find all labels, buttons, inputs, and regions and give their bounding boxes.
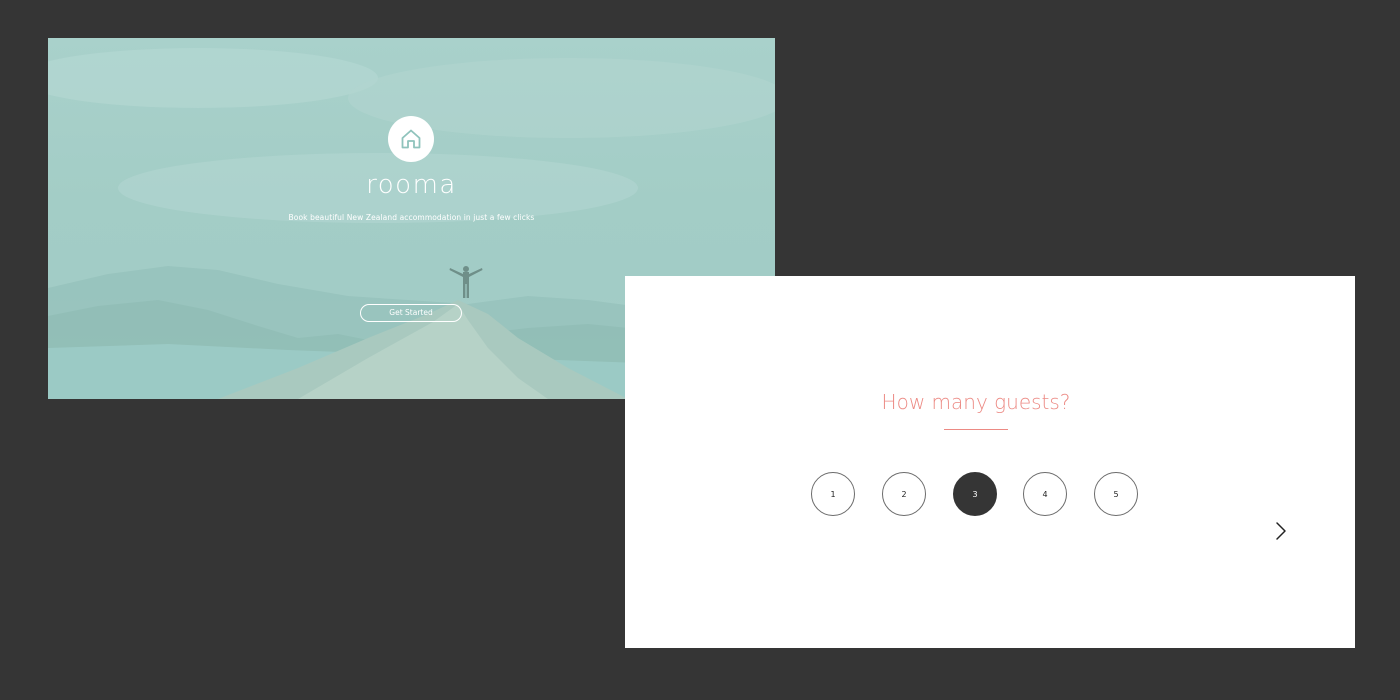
guest-option-3-selected[interactable]: 3 bbox=[953, 472, 997, 516]
brand-name: rooma bbox=[366, 170, 457, 200]
guest-option-4[interactable]: 4 bbox=[1023, 472, 1067, 516]
title-underline bbox=[944, 429, 1008, 430]
guest-option-5[interactable]: 5 bbox=[1094, 472, 1138, 516]
chevron-right-icon[interactable] bbox=[1273, 521, 1289, 541]
house-icon bbox=[401, 129, 421, 149]
logo-badge bbox=[388, 116, 434, 162]
tagline: Book beautiful New Zealand accommodation… bbox=[288, 213, 535, 222]
question-title: How many guests? bbox=[881, 390, 1071, 414]
guest-option-1[interactable]: 1 bbox=[811, 472, 855, 516]
get-started-button[interactable]: Get Started bbox=[360, 304, 462, 322]
guest-count-screen: How many guests? 1 2 3 4 5 bbox=[625, 276, 1355, 648]
guest-option-2[interactable]: 2 bbox=[882, 472, 926, 516]
canvas: rooma Book beautiful New Zealand accommo… bbox=[0, 0, 1400, 700]
